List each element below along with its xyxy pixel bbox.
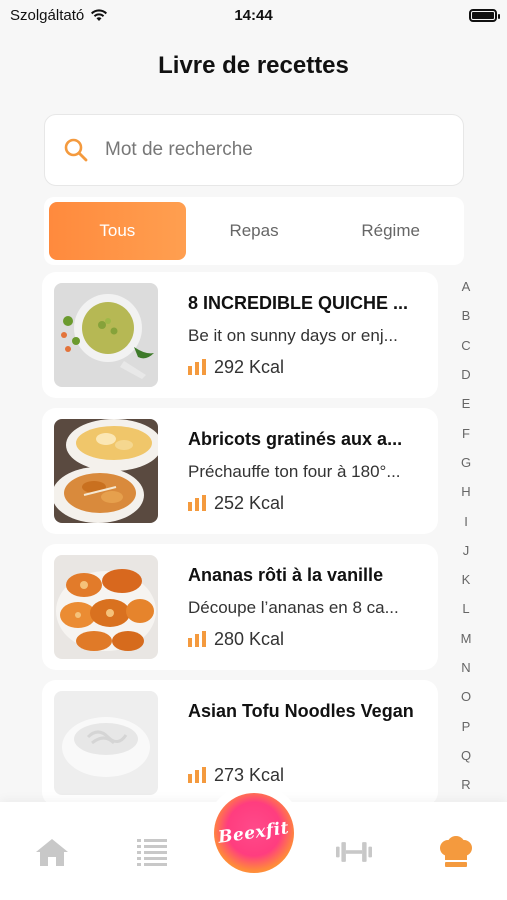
- index-letter[interactable]: E: [456, 389, 476, 418]
- nav-home[interactable]: [34, 836, 70, 868]
- kcal-value: 292 Kcal: [214, 356, 285, 377]
- list-icon: [137, 839, 167, 866]
- index-letter[interactable]: J: [456, 536, 476, 565]
- search-box[interactable]: [44, 114, 464, 186]
- nav-list[interactable]: [134, 836, 170, 868]
- carrier-label: Szolgáltató: [10, 6, 85, 24]
- chef-hat-icon: [440, 836, 472, 867]
- recipe-title: 8 INCREDIBLE QUICHE ...: [188, 292, 409, 313]
- index-letter[interactable]: M: [456, 624, 476, 653]
- index-letter[interactable]: H: [456, 477, 476, 506]
- status-left: Szolgáltató: [10, 7, 108, 24]
- nav-workout[interactable]: [336, 836, 372, 868]
- nav-logo-button[interactable]: Beexfit: [205, 784, 303, 882]
- index-letter[interactable]: K: [456, 565, 476, 594]
- index-letter[interactable]: R: [456, 770, 476, 799]
- bar-chart-icon: [188, 767, 206, 783]
- alphabet-index[interactable]: A B C D E F G H I J K L M N O P Q R: [456, 272, 476, 799]
- recipe-image-pineapple: [54, 555, 158, 659]
- recipe-info: Asian Tofu Noodles Vegan 273 Kcal: [188, 701, 428, 786]
- bar-chart-icon: [188, 631, 206, 647]
- battery-icon: [469, 8, 500, 22]
- recipe-card[interactable]: 8 INCREDIBLE QUICHE ... Be it on sunny d…: [42, 272, 438, 398]
- index-letter[interactable]: B: [456, 301, 476, 330]
- dumbbell-icon: [336, 842, 372, 862]
- recipe-description: Préchauffe ton four à 180°...: [188, 461, 401, 481]
- logo-text: Beexfit: [217, 818, 291, 848]
- recipe-info: Ananas rôti à la vanille Découpe l’anana…: [188, 565, 428, 650]
- kcal-value: 252 Kcal: [214, 492, 285, 513]
- recipe-image-noodles: [54, 691, 158, 795]
- clock: 14:44: [234, 6, 273, 24]
- wifi-icon: [91, 9, 108, 21]
- index-letter[interactable]: C: [456, 331, 476, 360]
- index-letter[interactable]: P: [456, 711, 476, 740]
- recipe-info: 8 INCREDIBLE QUICHE ... Be it on sunny d…: [188, 293, 428, 378]
- bar-chart-icon: [188, 359, 206, 375]
- recipe-description: Be it on sunny days or enj...: [188, 325, 398, 345]
- index-letter[interactable]: G: [456, 448, 476, 477]
- recipe-kcal: 273 Kcal: [188, 765, 428, 786]
- recipe-title: Abricots gratinés aux a...: [188, 428, 403, 449]
- tab-repas[interactable]: Repas: [186, 202, 323, 260]
- recipe-image-apricot: [54, 419, 158, 523]
- search-input[interactable]: [105, 139, 405, 161]
- category-tabs: Tous Repas Régime: [44, 197, 464, 265]
- home-icon: [36, 839, 68, 866]
- kcal-value: 273 Kcal: [214, 764, 285, 785]
- recipe-card[interactable]: Asian Tofu Noodles Vegan 273 Kcal: [42, 680, 438, 802]
- index-letter[interactable]: F: [456, 418, 476, 447]
- recipe-card[interactable]: Abricots gratinés aux a... Préchauffe to…: [42, 408, 438, 534]
- recipe-info: Abricots gratinés aux a... Préchauffe to…: [188, 429, 428, 514]
- recipe-title: Asian Tofu Noodles Vegan: [188, 700, 414, 721]
- index-letter[interactable]: L: [456, 594, 476, 623]
- recipe-kcal: 292 Kcal: [188, 357, 428, 378]
- index-letter[interactable]: N: [456, 653, 476, 682]
- kcal-value: 280 Kcal: [214, 628, 285, 649]
- recipe-description: [188, 734, 428, 755]
- status-bar: Szolgáltató 14:44: [0, 0, 507, 30]
- index-letter[interactable]: I: [456, 506, 476, 535]
- tab-tous[interactable]: Tous: [49, 202, 186, 260]
- search-icon: [64, 138, 88, 162]
- beexfit-logo: Beexfit: [214, 793, 294, 873]
- recipe-card[interactable]: Ananas rôti à la vanille Découpe l’anana…: [42, 544, 438, 670]
- recipe-list[interactable]: 8 INCREDIBLE QUICHE ... Be it on sunny d…: [42, 272, 438, 802]
- recipe-kcal: 280 Kcal: [188, 629, 428, 650]
- bottom-nav: Beexfit: [0, 784, 507, 900]
- page-title: Livre de recettes: [158, 52, 349, 79]
- recipe-description: Découpe l’ananas en 8 ca...: [188, 597, 399, 617]
- recipe-image-soup: [54, 283, 158, 387]
- recipe-kcal: 252 Kcal: [188, 493, 428, 514]
- index-letter[interactable]: A: [456, 272, 476, 301]
- index-letter[interactable]: Q: [456, 741, 476, 770]
- recipe-title: Ananas rôti à la vanille: [188, 564, 384, 585]
- nav-recipes[interactable]: [438, 836, 474, 868]
- bar-chart-icon: [188, 495, 206, 511]
- index-letter[interactable]: O: [456, 682, 476, 711]
- tab-regime[interactable]: Régime: [322, 202, 459, 260]
- index-letter[interactable]: D: [456, 360, 476, 389]
